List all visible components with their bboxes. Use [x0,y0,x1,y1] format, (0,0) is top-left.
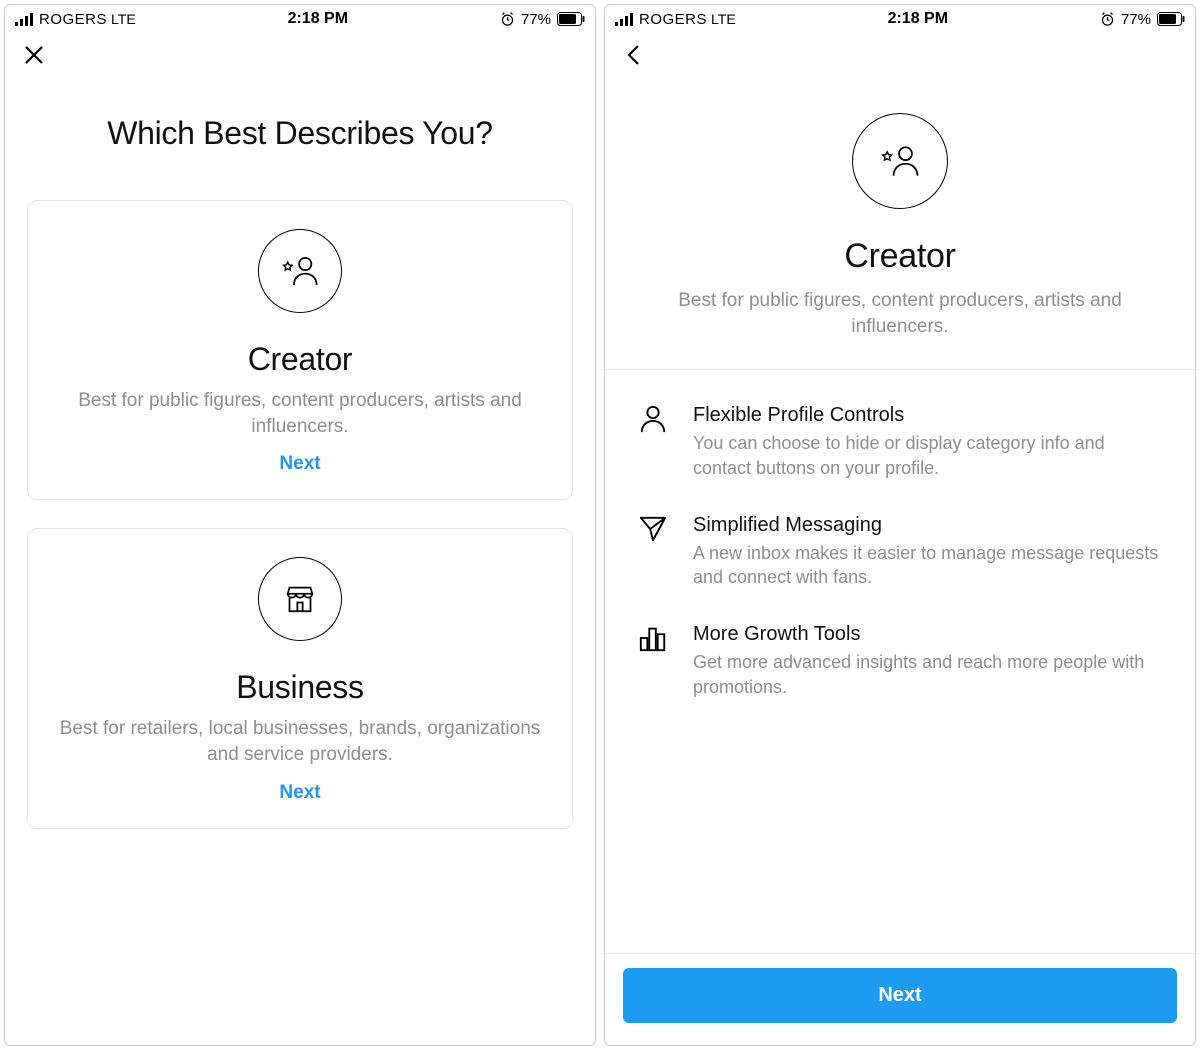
creator-icon [852,113,948,209]
feature-description: Get more advanced insights and reach mor… [693,650,1165,699]
status-left: ROGERS LTE [15,11,136,28]
status-left: ROGERS LTE [615,11,736,28]
phone-screen-creator-details: ROGERS LTE 2:18 PM 77% [604,4,1196,1046]
feature-body: Flexible Profile Controls You can choose… [693,404,1165,480]
page-title: Which Best Describes You? [27,115,573,152]
screen2-content: Creator Best for public figures, content… [605,81,1195,1045]
close-button[interactable] [19,42,49,72]
battery-percent-label: 77% [521,11,551,28]
feature-title: Simplified Messaging [693,514,1165,537]
send-icon [635,514,671,590]
storefront-icon [258,557,342,641]
screen1-content: Which Best Describes You? Creator Best f… [5,81,595,1045]
feature-body: More Growth Tools Get more advanced insi… [693,623,1165,699]
status-right: 77% [1100,11,1185,28]
person-icon [635,404,671,480]
feature-growth-tools: More Growth Tools Get more advanced insi… [629,623,1171,699]
carrier-label: ROGERS [639,11,707,28]
feature-simplified-messaging: Simplified Messaging A new inbox makes i… [629,514,1171,590]
card-description: Best for public figures, content produce… [52,388,548,439]
battery-icon [557,12,585,26]
status-bar: ROGERS LTE 2:18 PM 77% [5,5,595,33]
status-right: 77% [500,11,585,28]
battery-percent-label: 77% [1121,11,1151,28]
divider [605,369,1195,370]
bar-chart-icon [635,623,671,699]
card-title: Creator [52,341,548,378]
signal-icon [615,12,635,26]
clock-label: 2:18 PM [888,10,948,28]
account-type-card-creator[interactable]: Creator Best for public figures, content… [27,200,573,500]
nav-bar [5,33,595,81]
feature-title: Flexible Profile Controls [693,404,1165,427]
feature-flexible-profile: Flexible Profile Controls You can choose… [629,404,1171,480]
hero-description: Best for public figures, content produce… [639,288,1161,339]
network-type-label: LTE [111,11,136,27]
chevron-left-icon [624,43,644,72]
phone-screen-account-type: ROGERS LTE 2:18 PM 77% Which Best Descri… [4,4,596,1046]
hero-title: Creator [629,237,1171,276]
status-bar: ROGERS LTE 2:18 PM 77% [605,5,1195,33]
feature-body: Simplified Messaging A new inbox makes i… [693,514,1165,590]
creator-icon [258,229,342,313]
battery-icon [1157,12,1185,26]
next-button[interactable]: Next [623,968,1177,1023]
close-icon [22,43,46,72]
signal-icon [15,12,35,26]
bottom-bar: Next [605,953,1195,1045]
nav-bar [605,33,1195,81]
account-type-card-business[interactable]: Business Best for retailers, local busin… [27,528,573,828]
back-button[interactable] [619,42,649,72]
card-next-link[interactable]: Next [279,782,320,804]
card-next-link[interactable]: Next [279,453,320,475]
feature-description: A new inbox makes it easier to manage me… [693,541,1165,590]
carrier-label: ROGERS [39,11,107,28]
clock-label: 2:18 PM [288,10,348,28]
card-title: Business [52,669,548,706]
card-description: Best for retailers, local businesses, br… [52,716,548,767]
alarm-icon [500,12,515,27]
feature-title: More Growth Tools [693,623,1165,646]
network-type-label: LTE [711,11,736,27]
alarm-icon [1100,12,1115,27]
feature-description: You can choose to hide or display catego… [693,431,1165,480]
